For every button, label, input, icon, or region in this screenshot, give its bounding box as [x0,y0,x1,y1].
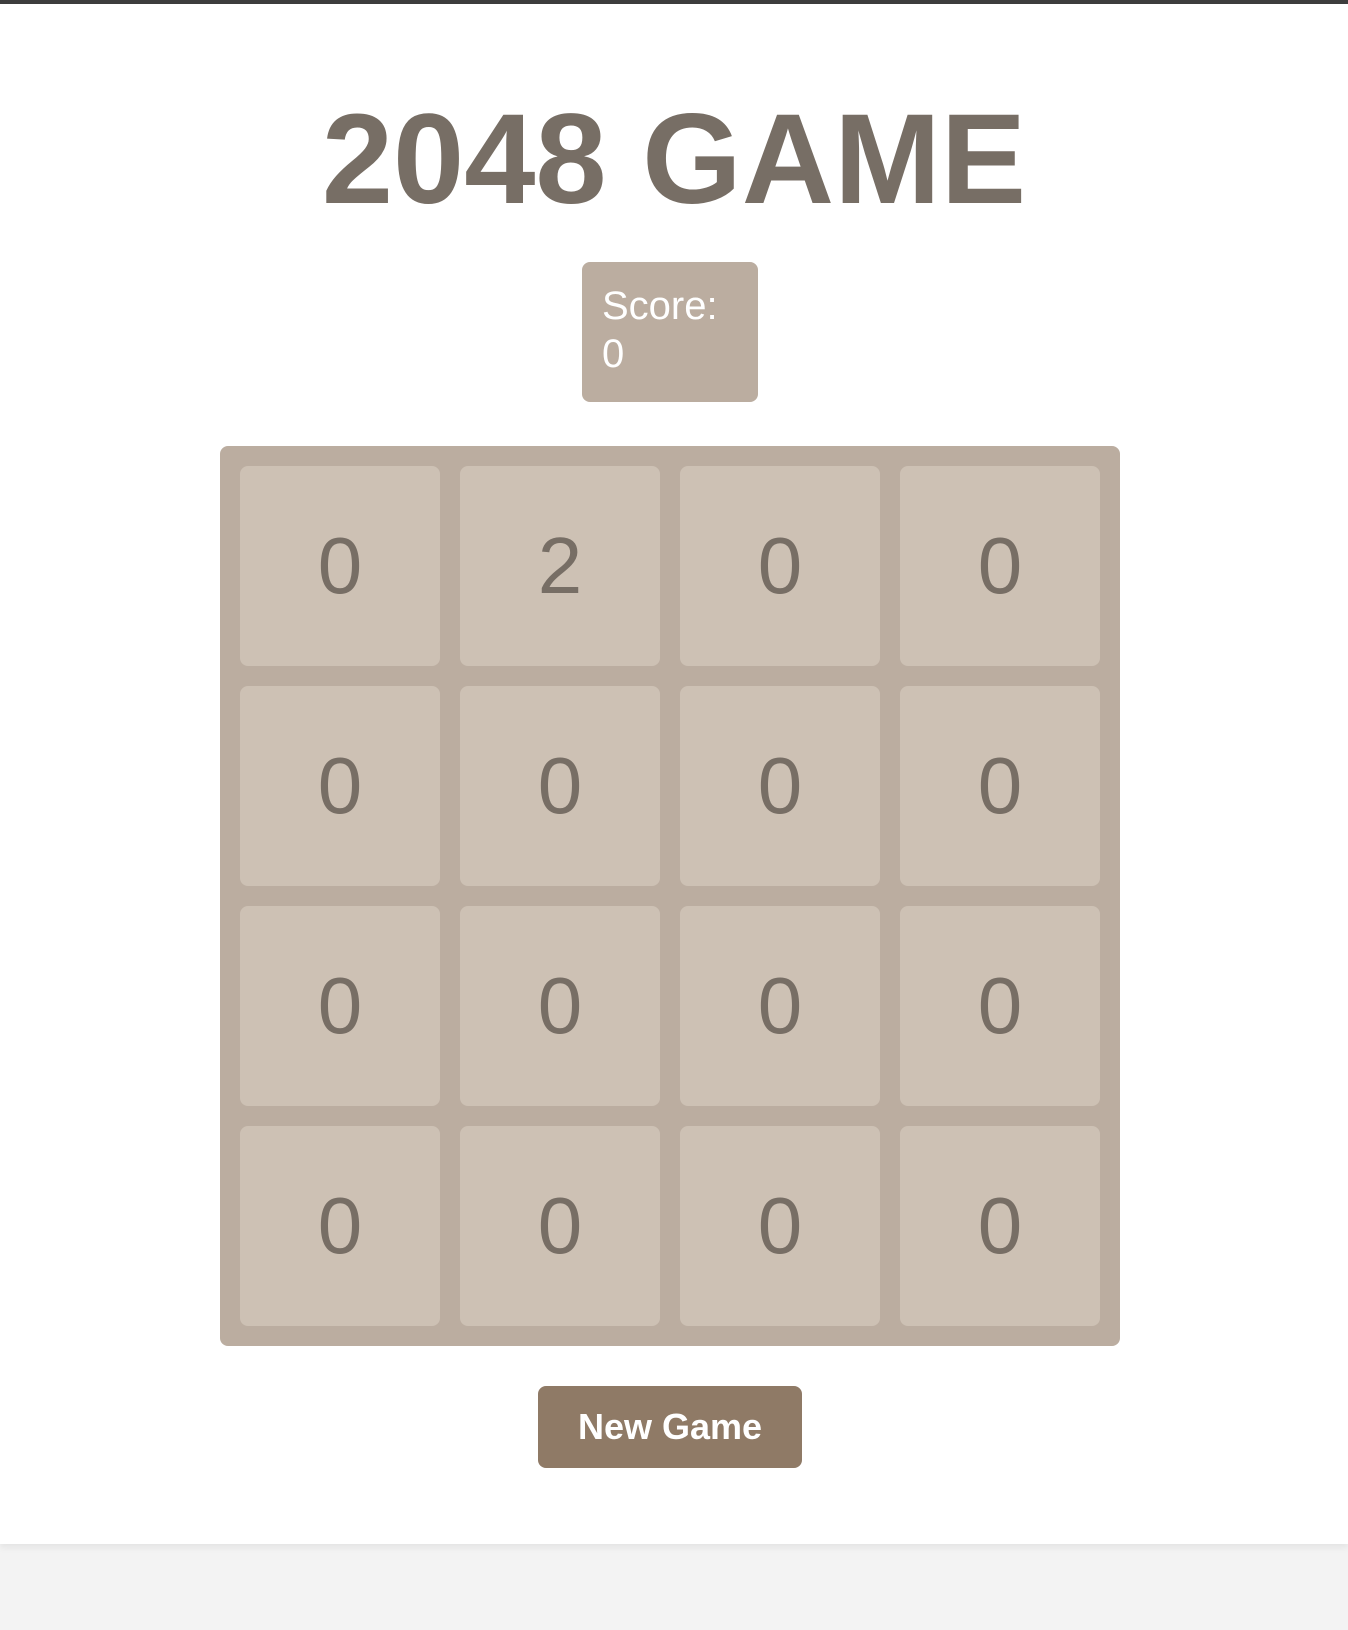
tile-r2-c2: 0 [460,686,660,886]
game-board: 0 2 0 0 0 0 0 0 0 0 0 0 0 0 0 0 [220,446,1120,1346]
tile-r4-c2: 0 [460,1126,660,1326]
game-title: 2048 GAME [321,88,1027,231]
tile-r2-c4: 0 [900,686,1100,886]
tile-r3-c4: 0 [900,906,1100,1106]
tile-r4-c3: 0 [680,1126,880,1326]
tile-r1-c2: 2 [460,466,660,666]
tile-r3-c2: 0 [460,906,660,1106]
tile-r4-c1: 0 [240,1126,440,1326]
tile-r2-c3: 0 [680,686,880,886]
tile-r1-c3: 0 [680,466,880,666]
score-value: 0 [602,332,625,376]
tile-r3-c1: 0 [240,906,440,1106]
tile-r2-c1: 0 [240,686,440,886]
tile-r1-c4: 0 [900,466,1100,666]
score-label: Score: [602,284,718,328]
tile-r1-c1: 0 [240,466,440,666]
tile-r3-c3: 0 [680,906,880,1106]
game-page: 2048 GAME Score: 0 0 2 0 0 0 0 0 0 0 0 0… [0,4,1348,1544]
new-game-button[interactable]: New Game [538,1386,802,1468]
tile-r4-c4: 0 [900,1126,1100,1326]
score-panel: Score: 0 [582,262,758,402]
